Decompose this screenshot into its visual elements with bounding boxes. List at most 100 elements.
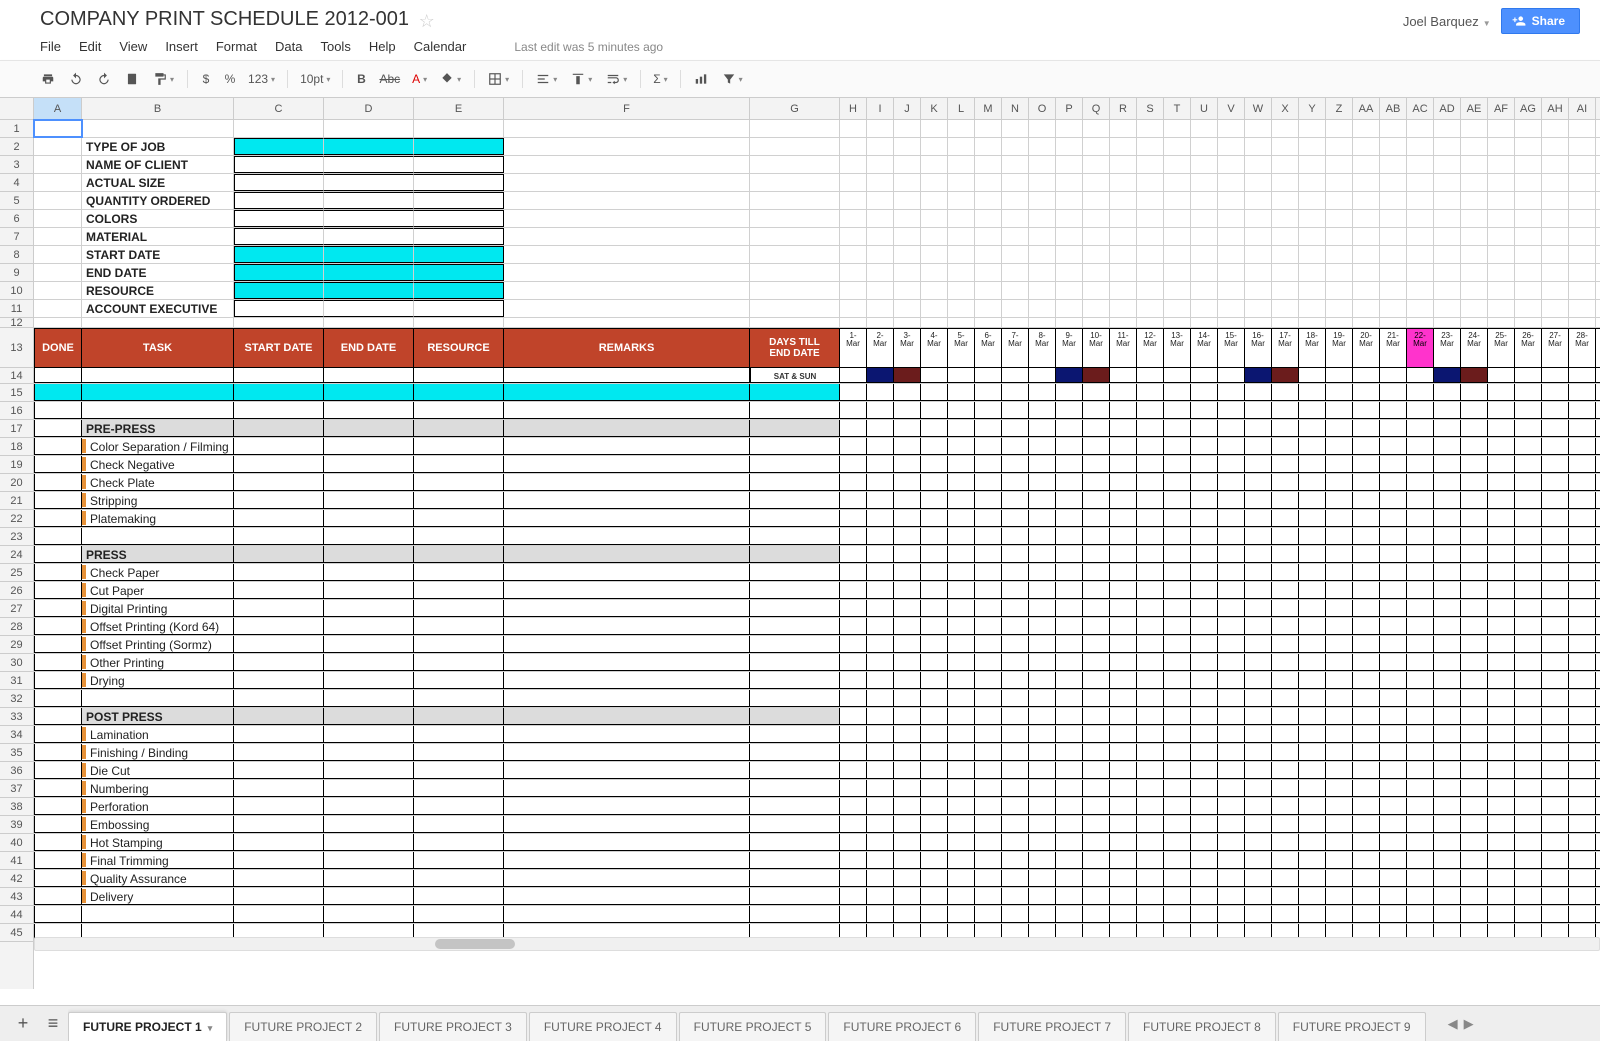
cell[interactable] — [234, 246, 324, 263]
cell[interactable] — [1407, 246, 1434, 263]
cell[interactable] — [750, 690, 840, 707]
row-header[interactable]: 37 — [0, 780, 33, 798]
cell[interactable] — [1245, 210, 1272, 227]
cell[interactable] — [1542, 300, 1569, 317]
functions-button[interactable]: Σ — [649, 68, 671, 90]
cell[interactable] — [34, 368, 82, 383]
cell[interactable] — [1461, 600, 1488, 617]
cell[interactable] — [1164, 318, 1191, 327]
cell[interactable] — [1245, 174, 1272, 191]
cell[interactable] — [1434, 438, 1461, 455]
cell[interactable] — [1353, 510, 1380, 527]
cell[interactable] — [1218, 582, 1245, 599]
cell[interactable] — [1299, 870, 1326, 887]
cell[interactable] — [1380, 582, 1407, 599]
cell[interactable] — [921, 174, 948, 191]
cell[interactable] — [1110, 138, 1137, 155]
cell[interactable] — [1326, 582, 1353, 599]
cell[interactable] — [1299, 438, 1326, 455]
cell[interactable] — [1326, 726, 1353, 743]
col-header[interactable]: G — [750, 98, 840, 119]
cell[interactable] — [1110, 600, 1137, 617]
col-header[interactable]: U — [1191, 98, 1218, 119]
cell[interactable] — [894, 546, 921, 563]
cell[interactable] — [1434, 726, 1461, 743]
cell[interactable]: RESOURCE — [82, 282, 234, 299]
cell[interactable] — [1110, 816, 1137, 833]
cell[interactable] — [1461, 474, 1488, 491]
cell[interactable] — [1299, 156, 1326, 173]
cell[interactable] — [1002, 852, 1029, 869]
cell[interactable] — [1488, 636, 1515, 653]
cell[interactable] — [1299, 636, 1326, 653]
text-color-button[interactable]: A — [408, 68, 431, 90]
cell[interactable] — [1353, 528, 1380, 545]
cell[interactable] — [1137, 852, 1164, 869]
cell[interactable] — [1002, 582, 1029, 599]
cell[interactable] — [975, 870, 1002, 887]
cell[interactable] — [234, 906, 324, 923]
row-header[interactable]: 34 — [0, 726, 33, 744]
cell[interactable] — [975, 708, 1002, 725]
cell[interactable] — [1137, 744, 1164, 761]
cell[interactable] — [1191, 156, 1218, 173]
cell[interactable] — [1326, 762, 1353, 779]
cell[interactable] — [34, 210, 82, 227]
cell[interactable] — [1056, 318, 1083, 327]
cell[interactable] — [1110, 246, 1137, 263]
cell[interactable] — [414, 510, 504, 527]
cell[interactable] — [1299, 246, 1326, 263]
cell[interactable] — [1029, 420, 1056, 437]
cell[interactable] — [840, 690, 867, 707]
cell[interactable] — [1407, 318, 1434, 327]
cell[interactable] — [1326, 282, 1353, 299]
cell[interactable] — [1488, 654, 1515, 671]
cell[interactable] — [1326, 816, 1353, 833]
cell[interactable] — [948, 816, 975, 833]
row-header[interactable]: 10 — [0, 282, 33, 300]
cell[interactable] — [1191, 192, 1218, 209]
cell[interactable] — [82, 318, 234, 327]
cell[interactable] — [1056, 384, 1083, 401]
cell[interactable] — [1596, 546, 1600, 563]
cell[interactable] — [34, 780, 82, 797]
cell[interactable] — [1488, 264, 1515, 281]
cell[interactable] — [1434, 138, 1461, 155]
cell[interactable] — [1515, 834, 1542, 851]
cell[interactable] — [1137, 546, 1164, 563]
cell[interactable] — [1488, 726, 1515, 743]
cell[interactable] — [750, 138, 840, 155]
cell[interactable] — [1326, 852, 1353, 869]
cell[interactable] — [921, 510, 948, 527]
cell[interactable] — [1191, 368, 1218, 383]
cell[interactable] — [414, 368, 504, 383]
row-header[interactable]: 39 — [0, 816, 33, 834]
col-header[interactable]: AG — [1515, 98, 1542, 119]
cell[interactable] — [1542, 672, 1569, 689]
cell[interactable] — [1461, 690, 1488, 707]
cell[interactable] — [1461, 174, 1488, 191]
cell[interactable] — [1407, 156, 1434, 173]
cell[interactable] — [1515, 744, 1542, 761]
cell[interactable] — [975, 120, 1002, 137]
cell[interactable] — [1029, 438, 1056, 455]
cell[interactable] — [1353, 672, 1380, 689]
cell[interactable] — [1245, 708, 1272, 725]
cell[interactable] — [1569, 636, 1596, 653]
menu-edit[interactable]: Edit — [79, 39, 101, 54]
cell[interactable] — [504, 246, 750, 263]
cell[interactable] — [1461, 816, 1488, 833]
cell[interactable] — [324, 708, 414, 725]
sheet-nav-arrows[interactable]: ◀▶ — [1428, 1006, 1494, 1041]
cell[interactable]: QUANTITY ORDERED — [82, 192, 234, 209]
cell[interactable] — [1326, 210, 1353, 227]
cell[interactable] — [894, 368, 921, 383]
cell[interactable] — [1488, 798, 1515, 815]
cell[interactable] — [1110, 726, 1137, 743]
cell[interactable] — [975, 834, 1002, 851]
cell[interactable] — [921, 564, 948, 581]
cell[interactable] — [867, 210, 894, 227]
cell[interactable] — [1407, 600, 1434, 617]
cell[interactable] — [1029, 564, 1056, 581]
cell[interactable] — [504, 438, 750, 455]
